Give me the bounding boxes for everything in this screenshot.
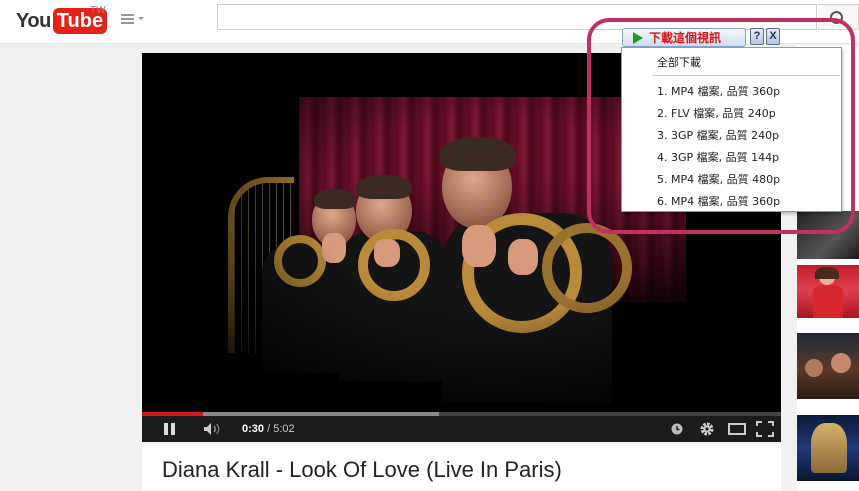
time-separator: / <box>264 423 274 435</box>
theater-icon <box>728 423 746 435</box>
watch-header: Diana Krall - Look Of Love (Live In Pari… <box>142 444 781 491</box>
guide-menu-icon[interactable] <box>121 12 147 26</box>
volume-icon <box>204 423 220 435</box>
fullscreen-button[interactable] <box>754 416 776 442</box>
duration: 5:02 <box>273 423 295 435</box>
logo-you-text: You <box>16 9 51 32</box>
highlight-annotation <box>587 18 855 234</box>
related-thumbnail[interactable] <box>797 265 859 318</box>
current-time: 0:30 <box>242 423 265 435</box>
video-title: Diana Krall - Look Of Love (Live In Pari… <box>162 457 562 482</box>
volume-button[interactable] <box>200 416 226 442</box>
watch-later-button[interactable] <box>667 416 687 442</box>
related-thumbnail[interactable] <box>797 415 859 481</box>
related-thumbnail[interactable] <box>797 333 859 399</box>
clock-icon <box>671 423 683 435</box>
time-display: 0:30 / 5:02 <box>242 416 295 442</box>
settings-button[interactable] <box>696 416 718 442</box>
player-controls: 0:30 / 5:02 <box>142 416 781 442</box>
logo-region-label: TW <box>90 5 106 16</box>
fullscreen-icon <box>756 421 774 437</box>
theater-mode-button[interactable] <box>726 416 748 442</box>
pause-button[interactable] <box>156 416 182 442</box>
gear-icon <box>700 422 714 436</box>
pause-icon <box>163 423 168 435</box>
